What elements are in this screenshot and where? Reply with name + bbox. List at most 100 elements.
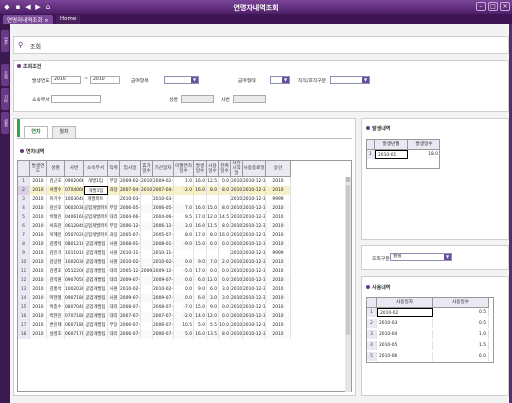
- table-cell[interactable]: 2010: [266, 177, 291, 186]
- back-icon[interactable]: ◀: [24, 3, 32, 11]
- table-cell[interactable]: 2010-01-01: [231, 267, 243, 276]
- table-cell[interactable]: 8.0: [219, 186, 231, 195]
- table-cell[interactable]: 9.0: [207, 303, 219, 312]
- table-cell[interactable]: 공업개발팀: [84, 330, 108, 339]
- table-cell[interactable]: 2010-12-31: [243, 204, 266, 213]
- table-cell[interactable]: 2010-12-31: [243, 303, 266, 312]
- table-cell[interactable]: 공업개발팀: [84, 249, 108, 258]
- scroll-up-icon[interactable]: [346, 177, 350, 182]
- table-cell[interactable]: 이혜진: [47, 231, 65, 240]
- table-cell[interactable]: 부장: [108, 204, 120, 213]
- table-cell[interactable]: 7.0: [207, 258, 219, 267]
- table-cell[interactable]: 2006-12-04: [120, 222, 141, 231]
- table-cell[interactable]: 2010-01-01: [231, 312, 243, 321]
- table-cell[interactable]: 2010: [30, 258, 47, 267]
- table-cell[interactable]: 공업개발팀: [84, 321, 108, 330]
- table-cell[interactable]: [207, 249, 219, 258]
- table-cell[interactable]: 2010-01-01: [231, 204, 243, 213]
- column-header[interactable]: 발생일수: [408, 140, 439, 150]
- table-cell[interactable]: 2010-01-01: [231, 177, 243, 186]
- table-cell[interactable]: 09020661: [65, 177, 84, 186]
- table-cell[interactable]: 0.0: [174, 285, 194, 294]
- table-cell[interactable]: 2006-07-18: [120, 321, 141, 330]
- table-cell[interactable]: 서영수: [47, 186, 65, 195]
- table-cell[interactable]: 2010-01-01: [231, 186, 243, 195]
- category-select[interactable]: ▼: [330, 76, 370, 84]
- table-cell[interactable]: 2010-12-31: [243, 321, 266, 330]
- column-header[interactable]: 이월연차일수: [174, 161, 194, 177]
- table-cell[interactable]: 2010-02-08: [120, 285, 141, 294]
- table-cell[interactable]: 04061601: [65, 213, 84, 222]
- table-cell[interactable]: 김영호: [47, 267, 65, 276]
- table-cell[interactable]: [141, 195, 153, 204]
- table-cell[interactable]: [141, 249, 153, 258]
- table-cell[interactable]: 박종수: [47, 303, 65, 312]
- table-cell[interactable]: 2010: [30, 186, 47, 195]
- table-cell[interactable]: 2010-01-01: [231, 222, 243, 231]
- table-cell[interactable]: 16.0: [194, 222, 207, 231]
- table-cell[interactable]: 12.0: [207, 213, 219, 222]
- table-cell[interactable]: 09070501: [65, 276, 84, 285]
- table-cell[interactable]: 0.0: [219, 276, 231, 285]
- table-cell[interactable]: 마현철: [47, 294, 65, 303]
- table-cell[interactable]: 6.0: [433, 352, 489, 361]
- table-cell[interactable]: 07071808: [65, 312, 84, 321]
- table-cell[interactable]: [108, 195, 120, 204]
- lookup-select[interactable]: 월별 ▼: [390, 253, 452, 261]
- table-cell[interactable]: 06020302: [65, 204, 84, 213]
- table-cell[interactable]: 2010: [30, 312, 47, 321]
- table-cell[interactable]: [219, 249, 231, 258]
- table-cell[interactable]: [141, 222, 153, 231]
- table-cell[interactable]: 5.0: [194, 321, 207, 330]
- table-cell[interactable]: [207, 195, 219, 204]
- table-cell[interactable]: 2010-01-01: [231, 231, 243, 240]
- home-icon[interactable]: ⌂: [44, 3, 52, 11]
- table-cell[interactable]: 사원: [108, 258, 120, 267]
- table-cell[interactable]: 공업개발파트: [84, 213, 108, 222]
- scroll-thumb[interactable]: [346, 185, 350, 335]
- table-cell[interactable]: 9999: [266, 249, 291, 258]
- table-cell[interactable]: 2006-05-22: [153, 204, 174, 213]
- table-cell[interactable]: 공업개발파트: [84, 231, 108, 240]
- table-cell[interactable]: -2.0: [174, 186, 194, 195]
- table-cell[interactable]: 7.0: [174, 204, 194, 213]
- table-cell[interactable]: 김근호: [47, 177, 65, 186]
- table-cell[interactable]: 2010: [30, 303, 47, 312]
- table-cell[interactable]: [174, 249, 194, 258]
- column-header[interactable]: 기산일자: [153, 161, 174, 177]
- table-cell[interactable]: 07040661: [65, 186, 84, 195]
- table-cell[interactable]: 2005-07-02: [153, 231, 174, 240]
- chevron-down-icon[interactable]: ▼: [191, 77, 198, 83]
- table-cell[interactable]: 공업개발팀: [84, 312, 108, 321]
- table-cell[interactable]: 0.5: [433, 308, 489, 317]
- table-cell[interactable]: 10030401: [65, 195, 84, 204]
- table-cell[interactable]: 9.0: [194, 285, 207, 294]
- table-cell[interactable]: 2010-12-31: [243, 267, 266, 276]
- table-cell[interactable]: 14.5: [219, 213, 231, 222]
- table-cell[interactable]: 2010: [266, 240, 291, 249]
- table-cell[interactable]: [141, 213, 153, 222]
- table-cell[interactable]: 공업개발팀: [84, 303, 108, 312]
- table-cell[interactable]: 공업개발팀: [84, 276, 108, 285]
- table-cell[interactable]: 이기수: [47, 195, 65, 204]
- table-cell[interactable]: 2010: [30, 249, 47, 258]
- table-cell[interactable]: 2009-07-05: [153, 276, 174, 285]
- occurrence-grid[interactable]: 발생년월 발생일수 1 2010-01 18.0: [366, 139, 440, 169]
- table-cell[interactable]: 2010-01-01: [231, 249, 243, 258]
- table-cell[interactable]: 2010-06: [377, 352, 433, 361]
- table-cell[interactable]: 사원: [108, 294, 120, 303]
- table-cell[interactable]: 2010: [266, 285, 291, 294]
- forward-icon[interactable]: ▶: [34, 3, 42, 11]
- table-cell[interactable]: 16.0: [194, 177, 207, 186]
- table-cell[interactable]: 12.0: [207, 312, 219, 321]
- table-cell[interactable]: 2004-06-16: [120, 213, 141, 222]
- table-cell[interactable]: 박현진: [47, 312, 65, 321]
- table-cell[interactable]: 10110101: [65, 249, 84, 258]
- table-cell[interactable]: 2010: [30, 276, 47, 285]
- table-cell[interactable]: 2010: [266, 213, 291, 222]
- table-cell[interactable]: 06120401: [65, 222, 84, 231]
- table-cell[interactable]: 10020302: [65, 285, 84, 294]
- table-cell[interactable]: 2010: [266, 303, 291, 312]
- table-cell[interactable]: 2007-07-18: [120, 312, 141, 321]
- table-cell[interactable]: [141, 330, 153, 339]
